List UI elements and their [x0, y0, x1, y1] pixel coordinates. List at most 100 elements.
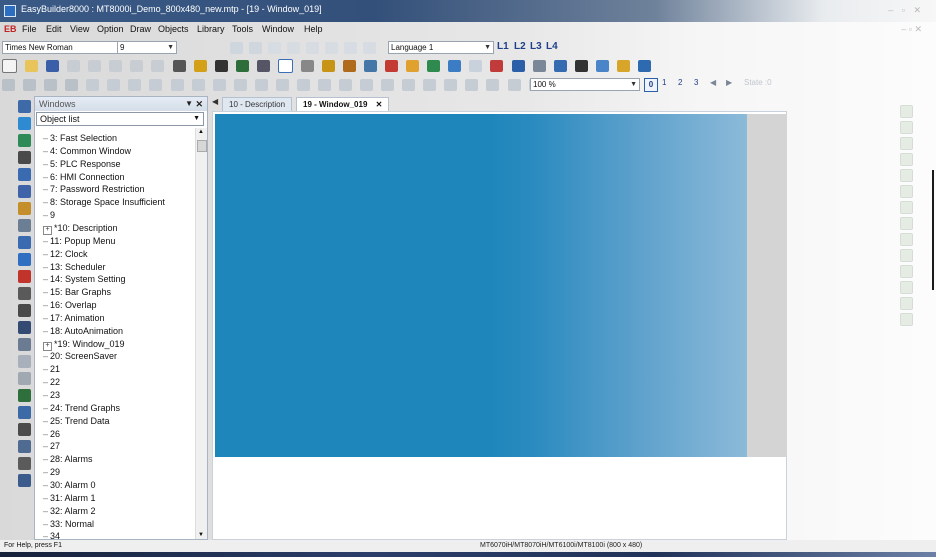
- close-tab-icon[interactable]: ✕: [376, 100, 383, 109]
- font-name-select[interactable]: Times New Roman ▼: [2, 41, 130, 54]
- size-tool-icon[interactable]: [128, 79, 142, 92]
- tree-item[interactable]: –28: Alarms: [43, 453, 93, 466]
- set-bit-icon[interactable]: [18, 134, 31, 147]
- state-3-button[interactable]: 3: [694, 78, 698, 87]
- state-prev-icon[interactable]: ◀: [710, 78, 716, 87]
- history-icon[interactable]: [18, 389, 31, 402]
- table-icon[interactable]: [448, 60, 462, 72]
- rotate-icon[interactable]: [254, 79, 268, 92]
- align-tool-icon[interactable]: [23, 79, 37, 92]
- direct-window-icon[interactable]: [18, 287, 31, 300]
- layer-l4-button[interactable]: L4: [546, 41, 558, 52]
- expand-icon[interactable]: +: [43, 225, 52, 235]
- set-word-icon[interactable]: [18, 151, 31, 164]
- tree-item[interactable]: + *19: Window_019: [43, 338, 125, 351]
- menu-tools[interactable]: Tools: [232, 24, 253, 34]
- menu-option[interactable]: Option: [97, 24, 124, 34]
- record-icon[interactable]: [490, 60, 504, 72]
- tree-item[interactable]: –26: [43, 428, 60, 441]
- expand-icon[interactable]: +: [43, 341, 52, 351]
- event-display-icon[interactable]: [18, 440, 31, 453]
- tree-item[interactable]: –13: Scheduler: [43, 261, 106, 274]
- menu-file[interactable]: File: [22, 24, 37, 34]
- menu-edit[interactable]: Edit: [46, 24, 62, 34]
- object-list-select[interactable]: Object list ▼: [36, 112, 204, 126]
- numeric-input-icon[interactable]: [18, 236, 31, 249]
- nudge-icon[interactable]: [296, 79, 310, 92]
- tree-item[interactable]: –31: Alarm 1: [43, 492, 96, 505]
- group-icon[interactable]: [149, 79, 163, 92]
- grid-icon[interactable]: [339, 79, 352, 92]
- tab-19-window-019[interactable]: 19 - Window_019 ✕: [296, 97, 390, 111]
- tree-item[interactable]: –33: Normal: [43, 518, 94, 531]
- tool-icon[interactable]: [900, 137, 913, 150]
- menu-window[interactable]: Window: [262, 24, 294, 34]
- bit-lamp-icon[interactable]: [321, 60, 335, 72]
- word-lamp-icon[interactable]: [18, 117, 31, 130]
- grow-font-icon[interactable]: [230, 42, 243, 55]
- tree-item[interactable]: –14: System Setting: [43, 273, 126, 286]
- redo-icon[interactable]: [151, 60, 165, 72]
- state-next-icon[interactable]: ▶: [726, 78, 732, 87]
- align-right-icon[interactable]: [306, 42, 320, 55]
- lock-icon[interactable]: [402, 79, 416, 92]
- open-folder-icon[interactable]: [25, 60, 39, 72]
- tree-item[interactable]: –18: AutoAnimation: [43, 325, 123, 338]
- indirect-window-icon[interactable]: [18, 270, 31, 283]
- line-tool-icon[interactable]: [256, 60, 270, 72]
- align-tool-icon[interactable]: [2, 79, 15, 92]
- mdi-close-icon[interactable]: – ▫ ✕: [901, 24, 922, 35]
- tree-item[interactable]: –3: Fast Selection: [43, 132, 117, 145]
- state-2-button[interactable]: 2: [678, 78, 682, 87]
- tree-item[interactable]: –17: Animation: [43, 312, 105, 325]
- meter-icon[interactable]: [18, 355, 31, 368]
- save-icon[interactable]: [46, 60, 60, 72]
- help-icon[interactable]: [193, 60, 207, 72]
- tool-icon[interactable]: [900, 297, 913, 310]
- menu-view[interactable]: View: [70, 24, 89, 34]
- underline-icon[interactable]: [363, 42, 377, 55]
- tool-icon[interactable]: [900, 105, 913, 118]
- tree-item[interactable]: –15: Bar Graphs: [43, 286, 111, 299]
- layer-up-icon[interactable]: [191, 79, 205, 92]
- trend-icon[interactable]: [18, 372, 31, 385]
- font-color-icon[interactable]: [344, 42, 358, 55]
- rectangle-tool-icon[interactable]: [277, 59, 293, 73]
- grid-icon[interactable]: [507, 79, 521, 92]
- splitter-handle[interactable]: [932, 170, 934, 290]
- ungroup-icon[interactable]: [170, 79, 184, 92]
- mdi-doc-icon[interactable]: EB: [4, 24, 17, 34]
- tool-icon[interactable]: [900, 169, 913, 182]
- tool-icon[interactable]: [900, 153, 913, 166]
- state-display[interactable]: 0: [644, 78, 658, 92]
- tree-item[interactable]: –29: [43, 466, 60, 479]
- tool-icon[interactable]: [900, 313, 913, 326]
- tree-item[interactable]: –20: ScreenSaver: [43, 350, 117, 363]
- font-tool-icon[interactable]: [423, 79, 437, 92]
- tree-item[interactable]: –34: [43, 530, 60, 540]
- tree-item[interactable]: –9: [43, 209, 55, 222]
- panel-menu-icon[interactable]: ▼: [185, 97, 193, 111]
- layer-down-icon[interactable]: [212, 79, 226, 92]
- scroll-down-icon[interactable]: ▼: [198, 532, 204, 538]
- zoom-icon[interactable]: [469, 60, 483, 72]
- new-file-icon[interactable]: [2, 59, 17, 73]
- scroll-up-icon[interactable]: ▲: [198, 129, 204, 135]
- font-tool-icon[interactable]: [465, 79, 479, 92]
- download-icon[interactable]: [511, 60, 525, 72]
- align-tool-icon[interactable]: [44, 79, 58, 92]
- slide-switch-icon[interactable]: [18, 219, 31, 232]
- paste-icon[interactable]: [109, 60, 123, 72]
- tool-icon[interactable]: [900, 185, 913, 198]
- tree-item[interactable]: –22: [43, 376, 60, 389]
- zoom-select[interactable]: 100 % ▼: [530, 78, 640, 91]
- tool-icon[interactable]: [900, 233, 913, 246]
- backup-icon[interactable]: [18, 474, 31, 487]
- tool-icon[interactable]: [900, 201, 913, 214]
- moving-shape-icon[interactable]: [18, 304, 31, 317]
- tree-item[interactable]: –25: Trend Data: [43, 415, 110, 428]
- align-left-icon[interactable]: [268, 42, 282, 55]
- hmi-design-area[interactable]: [215, 114, 747, 457]
- menu-help[interactable]: Help: [304, 24, 323, 34]
- context-help-icon[interactable]: [214, 60, 228, 72]
